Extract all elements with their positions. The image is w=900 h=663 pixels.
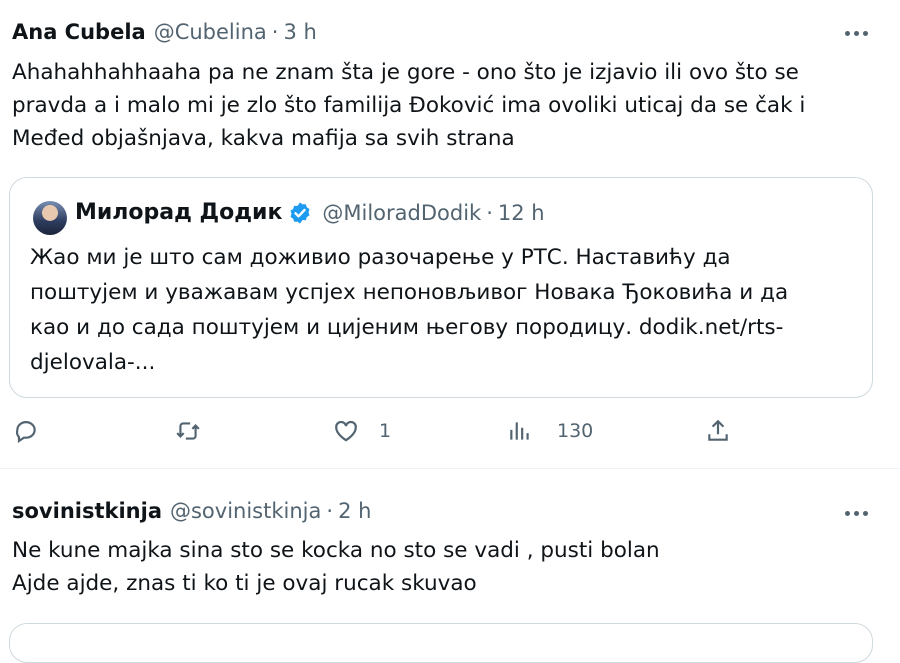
tweet-header: sovinistkinja @sovinistkinja · 2 h	[12, 499, 371, 523]
author-handle[interactable]: @sovinistkinja	[170, 499, 321, 523]
tweet-text-line: pravda a i malo mi je zlo što familija Đ…	[12, 93, 806, 118]
tweet-text-line: Ahahahhahhaaha pa ne znam šta je gore - …	[12, 60, 799, 85]
tweet-divider	[0, 468, 900, 469]
tweet-ana-cubela[interactable]: Ana Cubela @Cubelina · 3 h Ahahahhahhaah…	[0, 0, 900, 470]
tweet-text-line: Ajde ajde, znas ti ko ti je ovaj rucak s…	[12, 571, 477, 596]
tweet-time[interactable]: 3 h	[283, 20, 316, 44]
tweet-text: Ne kune majka sina sto se kocka no sto s…	[12, 534, 882, 600]
author-handle[interactable]: @Cubelina	[154, 20, 267, 44]
like-count: 1	[379, 420, 392, 442]
tweet-time[interactable]: 2 h	[338, 499, 371, 523]
reply-icon	[15, 421, 36, 443]
tweet-text-line: Međed objašnjava, kakva mafija sa svih s…	[12, 126, 515, 151]
views-button[interactable]: 130	[507, 418, 593, 444]
analytics-icon	[510, 422, 529, 440]
quoted-tweet-header: Милорад Додик @MiloradDodik · 12 h	[75, 200, 545, 225]
retweet-button[interactable]	[175, 418, 201, 444]
reply-button[interactable]	[13, 418, 39, 444]
more-horizontal-icon[interactable]	[845, 511, 868, 516]
quoted-tweet[interactable]: Милорад Додик @MiloradDodik · 12 h Жао м…	[9, 177, 873, 398]
like-button[interactable]: 1	[333, 418, 391, 444]
quoted-author-name: Милорад Додик	[75, 200, 283, 225]
separator-dot: ·	[486, 200, 493, 225]
tweet-text-line: Ne kune majka sina sto se kocka no sto s…	[12, 538, 660, 563]
quoted-text-line: Жао ми је што сам доживио разочарење у Р…	[30, 245, 731, 270]
separator-dot: ·	[326, 499, 334, 523]
quoted-tweet-text: Жао ми је што сам доживио разочарење у Р…	[30, 240, 860, 380]
avatar[interactable]	[33, 201, 67, 235]
share-icon	[708, 419, 728, 441]
tweet-sovinistkinja[interactable]: sovinistkinja @sovinistkinja · 2 h Ne ku…	[0, 478, 900, 663]
quoted-author-handle: @MiloradDodik	[322, 200, 482, 225]
views-count: 130	[557, 420, 594, 442]
quoted-tweet-time: 12 h	[497, 200, 545, 225]
separator-dot: ·	[271, 20, 279, 44]
quoted-text-line: као и до сада поштујем и цијеним његову …	[30, 315, 784, 340]
heart-icon	[335, 420, 357, 442]
retweet-icon	[176, 422, 200, 440]
more-horizontal-icon[interactable]	[845, 31, 868, 36]
share-button[interactable]	[705, 418, 731, 444]
author-name[interactable]: Ana Cubela	[12, 20, 146, 44]
quoted-tweet-partial[interactable]	[9, 623, 873, 663]
tweet-header: Ana Cubela @Cubelina · 3 h	[12, 20, 317, 44]
quoted-text-line: djelovala-...	[30, 350, 156, 375]
author-name[interactable]: sovinistkinja	[12, 499, 162, 523]
verified-badge-icon	[290, 202, 310, 223]
tweet-actions: 1 130	[0, 418, 900, 458]
quoted-text-line: поштујем и уважавам успјех непоновљивог …	[30, 280, 789, 305]
tweet-text: Ahahahhahhaaha pa ne znam šta je gore - …	[12, 56, 882, 155]
